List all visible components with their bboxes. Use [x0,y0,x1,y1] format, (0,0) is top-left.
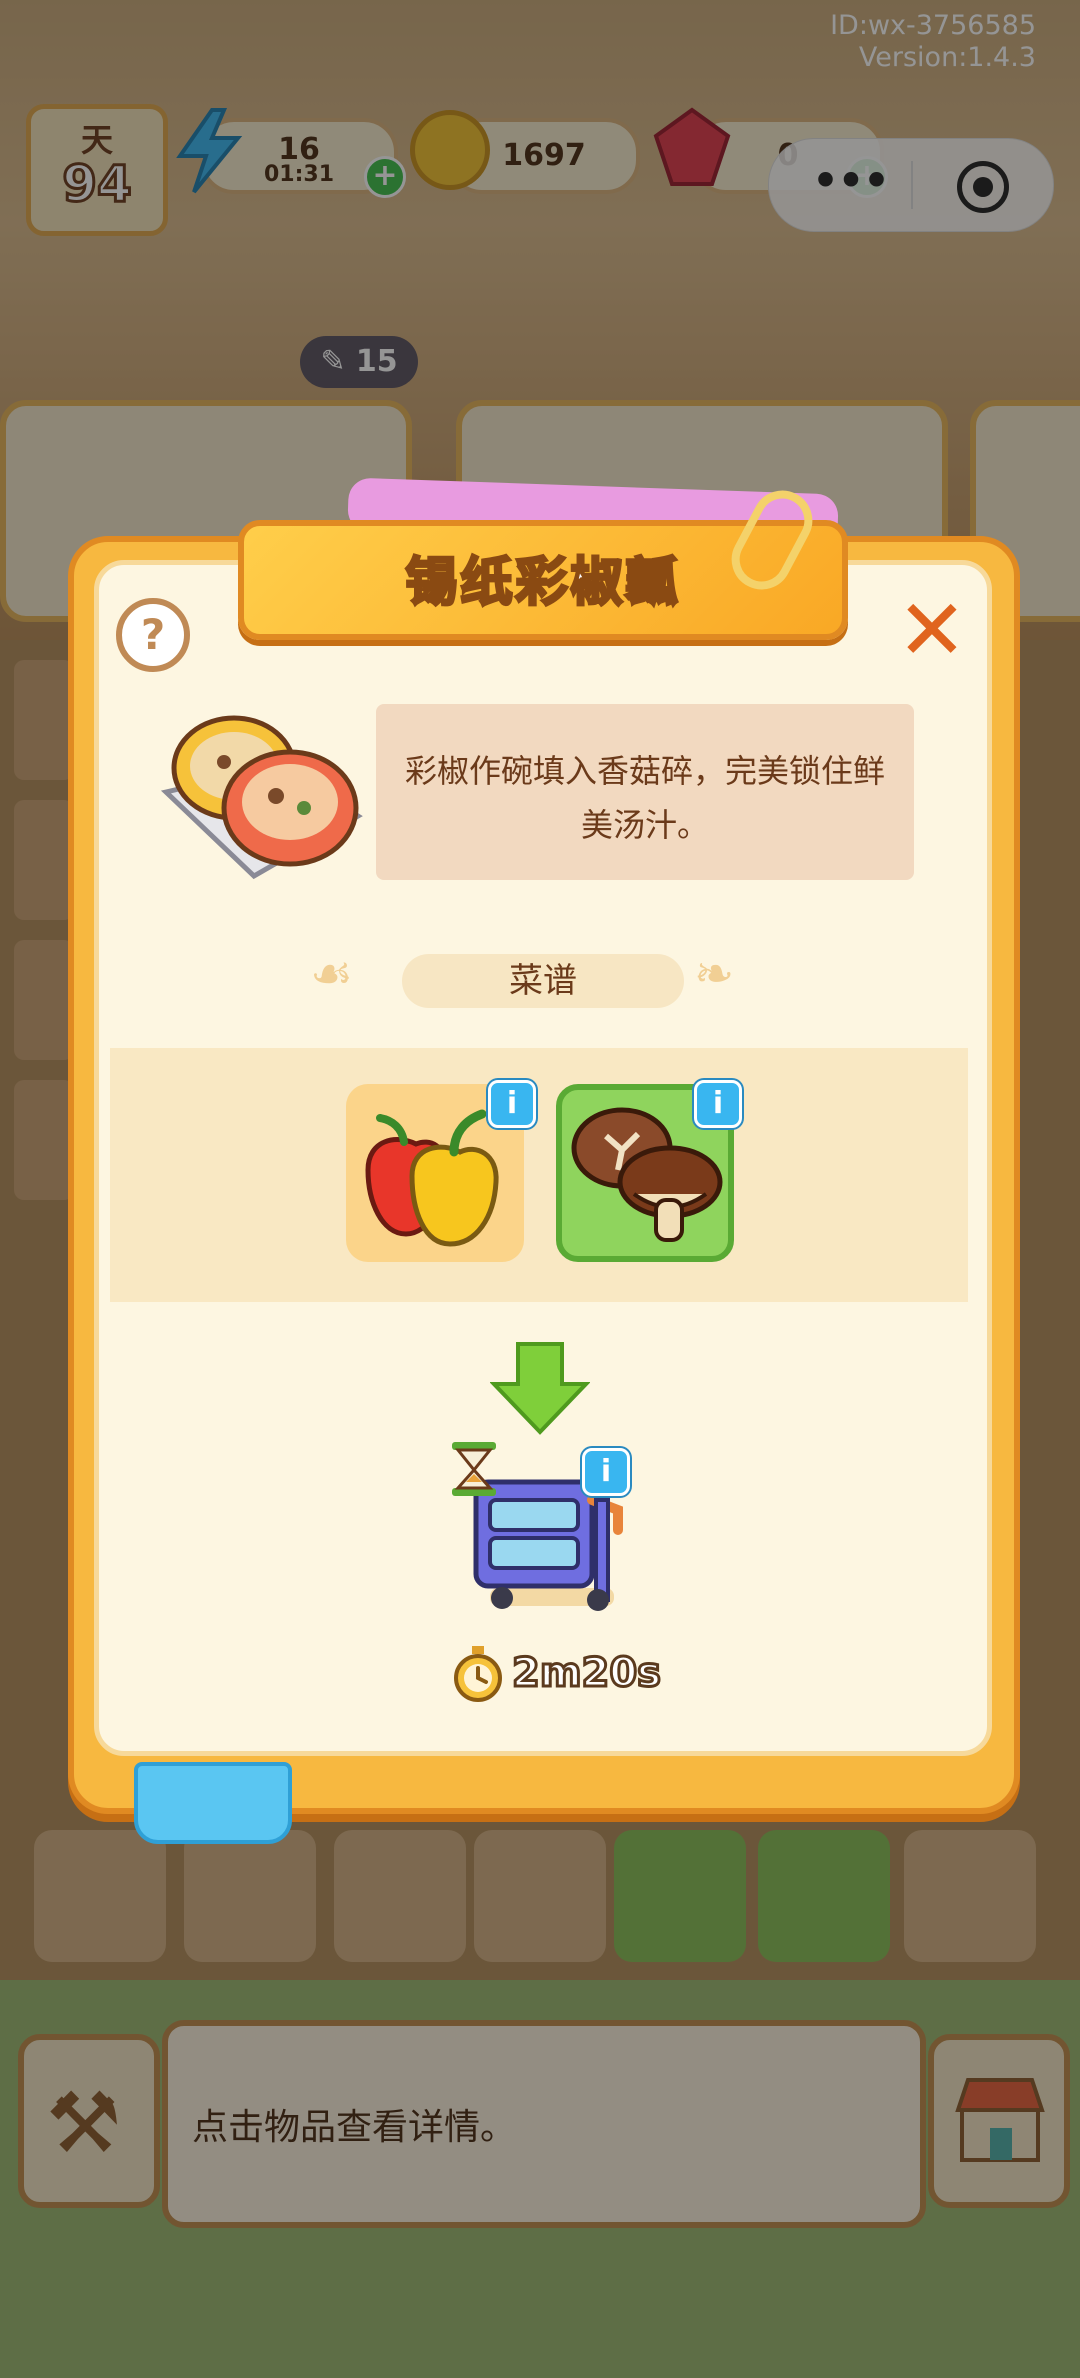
equipment-info-button[interactable]: i [582,1448,630,1496]
recipe-label: 菜谱 [402,954,684,1008]
stuffed-pepper-dish-icon [158,696,366,886]
ingredient-info-button[interactable]: i [488,1080,536,1128]
hourglass-icon [448,1440,500,1498]
close-button[interactable]: ✕ [896,588,968,672]
help-button[interactable]: ? [116,598,190,672]
stopwatch-icon [452,1646,504,1702]
ornament-left-icon: ☙ [310,946,354,1002]
dish-description: 彩椒作碗填入香菇碎，完美锁住鲜美汤汁。 [404,752,885,844]
cook-time-value: 2m20s [511,1649,663,1698]
ingredient-info-button[interactable]: i [694,1080,742,1128]
description-box: 彩椒作碗填入香菇碎，完美锁住鲜美汤汁。 [376,704,914,880]
ornament-right-icon: ❧ [694,946,735,1002]
arrow-down-icon [489,1340,591,1436]
ingredients-band [110,1048,968,1302]
modal-blue-tab [134,1762,292,1844]
